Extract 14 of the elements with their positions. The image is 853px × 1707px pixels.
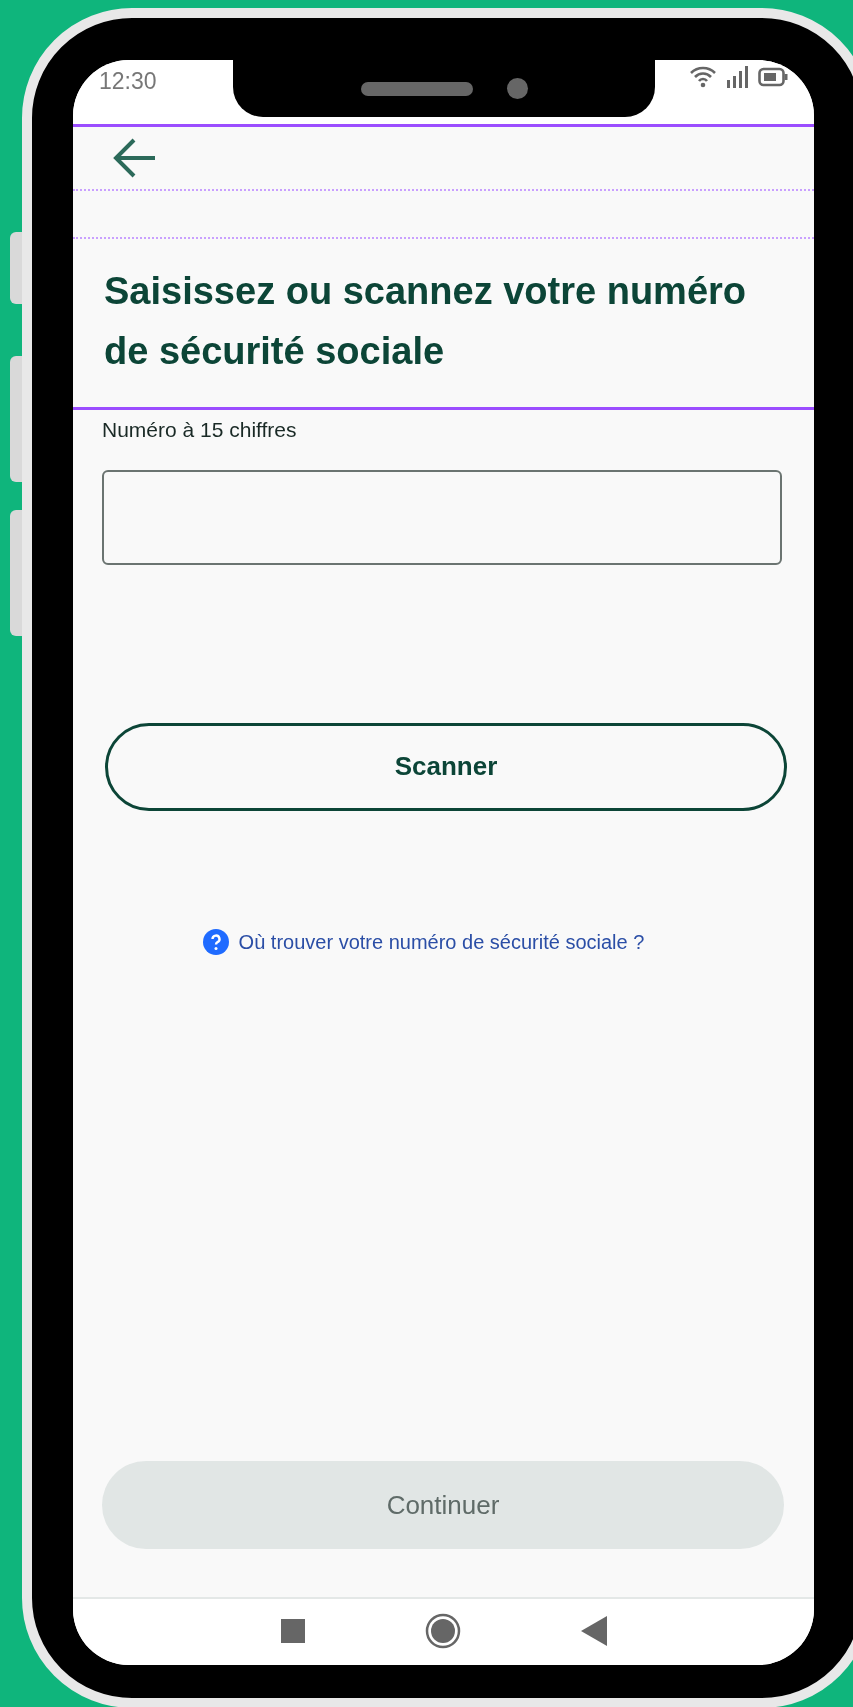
triangle-back-icon[interactable] bbox=[580, 1616, 607, 1646]
number-input-field[interactable] bbox=[102, 469, 782, 565]
wifi-icon bbox=[690, 66, 716, 88]
help-link[interactable]: Où trouver votre numéro de sécurité sociale ? bbox=[238, 926, 645, 957]
field-label: Numéro à 15 chiffres bbox=[102, 417, 298, 443]
back-arrow-icon[interactable] bbox=[113, 137, 157, 179]
scan-button[interactable]: Scanner bbox=[105, 722, 787, 811]
battery-icon bbox=[758, 67, 788, 87]
signal-icon bbox=[726, 66, 748, 88]
page-title: Saisissez ou scannez votre numéro de sécurité sociale bbox=[103, 269, 747, 374]
home-circle-icon[interactable] bbox=[424, 1613, 461, 1649]
square-icon[interactable] bbox=[280, 1619, 305, 1643]
help-icon bbox=[202, 928, 229, 955]
status-time: 12:30 bbox=[99, 67, 157, 96]
